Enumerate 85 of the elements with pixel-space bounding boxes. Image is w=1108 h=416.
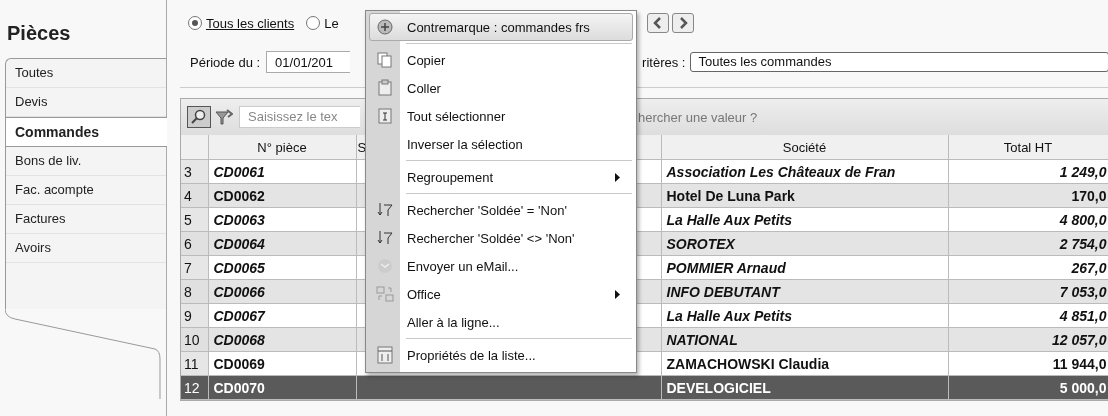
sidebar-item[interactable]: Commandes bbox=[6, 117, 167, 147]
row-number: 3 bbox=[181, 159, 208, 184]
table-cell: CD0062 bbox=[208, 183, 356, 208]
corner-header bbox=[181, 135, 208, 160]
column-header[interactable]: S bbox=[357, 139, 367, 155]
table-cell: CD0067 bbox=[208, 303, 356, 328]
table-cell: CD0063 bbox=[208, 207, 356, 232]
row-number: 8 bbox=[181, 279, 208, 304]
table-cell: 1 249,0 bbox=[948, 159, 1108, 184]
menu-item[interactable]: Regroupement bbox=[369, 163, 633, 191]
sidebar-title: Pièces bbox=[6, 21, 72, 46]
table-cell: La Halle Aux Petits bbox=[661, 303, 948, 328]
row-number: 7 bbox=[181, 255, 208, 280]
row-number: 12 bbox=[181, 375, 208, 400]
criteria-label: ritères : bbox=[642, 54, 686, 70]
column-header[interactable]: Société bbox=[661, 135, 948, 160]
paste-icon bbox=[376, 79, 394, 97]
chevron-right-icon bbox=[677, 17, 688, 29]
funnel-icon[interactable] bbox=[215, 108, 233, 126]
filter-icon bbox=[376, 201, 394, 219]
table-cell: Association Les Châteaux de Fran bbox=[661, 159, 948, 184]
sidebar-item[interactable]: Fac. acompte bbox=[6, 176, 166, 205]
table-cell: NATIONAL bbox=[661, 327, 948, 352]
select-all-icon bbox=[376, 107, 394, 125]
table-cell: 7 053,0 bbox=[948, 279, 1108, 304]
row-number: 9 bbox=[181, 303, 208, 328]
sidebar-item[interactable]: Avoirs bbox=[6, 234, 166, 263]
criteria-dropdown[interactable]: Toutes les commandes bbox=[690, 52, 1108, 72]
copy-icon bbox=[376, 51, 394, 69]
search-button[interactable] bbox=[187, 106, 211, 128]
table-cell: DEVELOGICIEL bbox=[661, 375, 948, 400]
table-cell: 267,0 bbox=[948, 255, 1108, 280]
list-settings-icon bbox=[376, 346, 394, 364]
row-number: 6 bbox=[181, 231, 208, 256]
chevron-left-icon bbox=[652, 17, 663, 29]
table-cell: CD0065 bbox=[208, 255, 356, 280]
window-icon bbox=[376, 285, 394, 303]
table-cell: 4 851,0 bbox=[948, 303, 1108, 328]
table-cell: CD0070 bbox=[208, 375, 356, 400]
table-cell: 12 057,0 bbox=[948, 327, 1108, 352]
table-cell: SOROTEX bbox=[661, 231, 948, 256]
previous-button[interactable] bbox=[646, 13, 669, 33]
table-cell: 11 944,0 bbox=[948, 351, 1108, 376]
search-field[interactable]: Saisissez le tex bbox=[239, 106, 360, 128]
period-label: Période du : bbox=[190, 54, 261, 70]
table-cell: 4 800,0 bbox=[948, 207, 1108, 232]
column-header[interactable]: N° pièce bbox=[208, 135, 356, 160]
menu-item[interactable]: Copier bbox=[369, 46, 633, 74]
menu-item[interactable]: Propriétés de la liste... bbox=[369, 341, 633, 369]
row-number: 5 bbox=[181, 207, 208, 232]
column-header[interactable]: Total HT bbox=[948, 135, 1108, 160]
radio-button[interactable]: Tous les clients bbox=[188, 15, 295, 31]
menu-item[interactable]: Coller bbox=[369, 74, 633, 102]
menu-item[interactable]: Tout sélectionner bbox=[369, 102, 633, 130]
next-button[interactable] bbox=[671, 13, 694, 33]
table-cell: CD0069 bbox=[208, 351, 356, 376]
radio-button[interactable]: Le bbox=[306, 15, 339, 31]
sidebar-item[interactable]: Factures bbox=[6, 205, 166, 234]
search-hint: hercher une valeur ? bbox=[638, 109, 758, 125]
menu-item[interactable]: Contremarque : commandes frs bbox=[369, 13, 633, 41]
menu-item[interactable]: Aller à la ligne... bbox=[369, 308, 633, 336]
table-cell: CD0068 bbox=[208, 327, 356, 352]
menu-item[interactable]: Envoyer un eMail... bbox=[369, 252, 633, 280]
table-cell: 5 000,0 bbox=[948, 375, 1108, 400]
table-cell: CD0061 bbox=[208, 159, 356, 184]
menu-item[interactable]: Office bbox=[369, 280, 633, 308]
table-cell: INFO DEBUTANT bbox=[661, 279, 948, 304]
table-cell: 2 754,0 bbox=[948, 231, 1108, 256]
sidebar-item[interactable]: Toutes bbox=[6, 59, 166, 88]
row-number: 10 bbox=[181, 327, 208, 352]
table-cell: CD0064 bbox=[208, 231, 356, 256]
table-cell: La Halle Aux Petits bbox=[661, 207, 948, 232]
sidebar-item[interactable]: Bons de liv. bbox=[6, 147, 166, 176]
table-cell: Hotel De Luna Park bbox=[661, 183, 948, 208]
menu-item[interactable]: Rechercher 'Soldée' = 'Non' bbox=[369, 196, 633, 224]
row-number: 4 bbox=[181, 183, 208, 208]
menu-item[interactable]: Inverser la sélection bbox=[369, 130, 633, 158]
menu-item[interactable]: Rechercher 'Soldée' <> 'Non' bbox=[369, 224, 633, 252]
row-number: 11 bbox=[181, 351, 208, 376]
filter-icon bbox=[376, 229, 394, 247]
table-cell: ZAMACHOWSKI Claudia bbox=[661, 351, 948, 376]
table-cell: 170,0 bbox=[948, 183, 1108, 208]
table-cell: CD0066 bbox=[208, 279, 356, 304]
table-cell: POMMIER Arnaud bbox=[661, 255, 948, 280]
date-field[interactable]: 01/01/201 bbox=[266, 51, 351, 73]
